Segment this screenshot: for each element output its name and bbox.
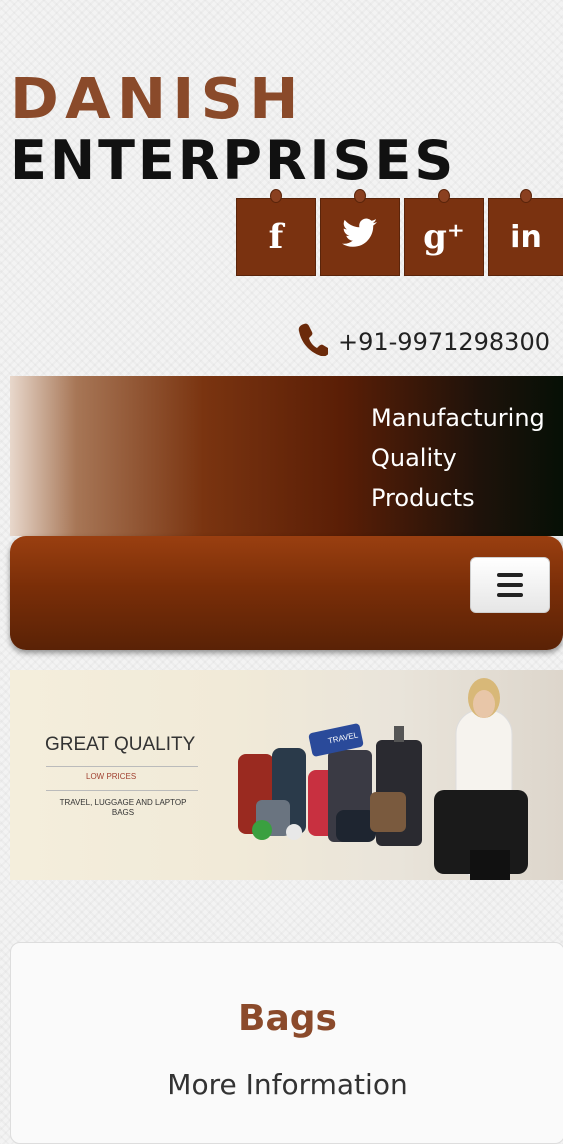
ball-green — [252, 820, 272, 840]
hanger-hook — [520, 189, 532, 203]
twitter-icon — [342, 217, 378, 257]
google-plus-button[interactable]: g⁺ — [404, 189, 484, 276]
logo-line-enterprises: ENTERPRISES — [10, 129, 457, 192]
social-links: f g⁺ in — [236, 189, 563, 276]
facebook-icon: f — [268, 217, 284, 257]
linkedin-icon: in — [510, 219, 542, 255]
luggage-illustration: TRAVEL — [238, 678, 528, 880]
phone-number[interactable]: +91-9971298300 — [338, 328, 550, 356]
site-logo[interactable]: DANISH ENTERPRISES — [10, 70, 563, 190]
card-title: Bags — [238, 998, 337, 1039]
hanger-hook — [354, 189, 366, 203]
more-information-link[interactable]: More Information — [11, 1068, 563, 1101]
hanger-hook — [270, 189, 282, 203]
tagline-line-1: Manufacturing — [371, 404, 545, 432]
tagline-banner: Manufacturing Quality Products — [10, 376, 563, 536]
trolley-handle — [394, 726, 404, 742]
promo-slider[interactable]: GREAT QUALITY LOW PRICES TRAVEL, LUGGAGE… — [10, 670, 563, 880]
tagline-line-2: Quality — [371, 444, 457, 472]
leather-bag — [370, 792, 406, 832]
google-plus-icon: g⁺ — [423, 217, 465, 257]
hamburger-menu-icon[interactable] — [470, 557, 550, 613]
hanger-hook — [438, 189, 450, 203]
linkedin-button[interactable]: in — [488, 189, 563, 276]
category-card-bags[interactable]: Bags More Information — [10, 942, 563, 1144]
woman-legs — [470, 850, 510, 880]
twitter-button[interactable] — [320, 189, 400, 276]
tagline-text: Manufacturing Quality Products — [371, 398, 545, 518]
ball-white — [286, 824, 302, 840]
logo-line-danish: DANISH — [10, 67, 305, 132]
phone-icon — [298, 322, 330, 362]
woman-face — [473, 690, 495, 718]
facebook-button[interactable]: f — [236, 189, 316, 276]
contact-phone: +91-9971298300 — [298, 322, 550, 362]
tagline-line-3: Products — [371, 484, 475, 512]
navbar — [10, 536, 563, 650]
